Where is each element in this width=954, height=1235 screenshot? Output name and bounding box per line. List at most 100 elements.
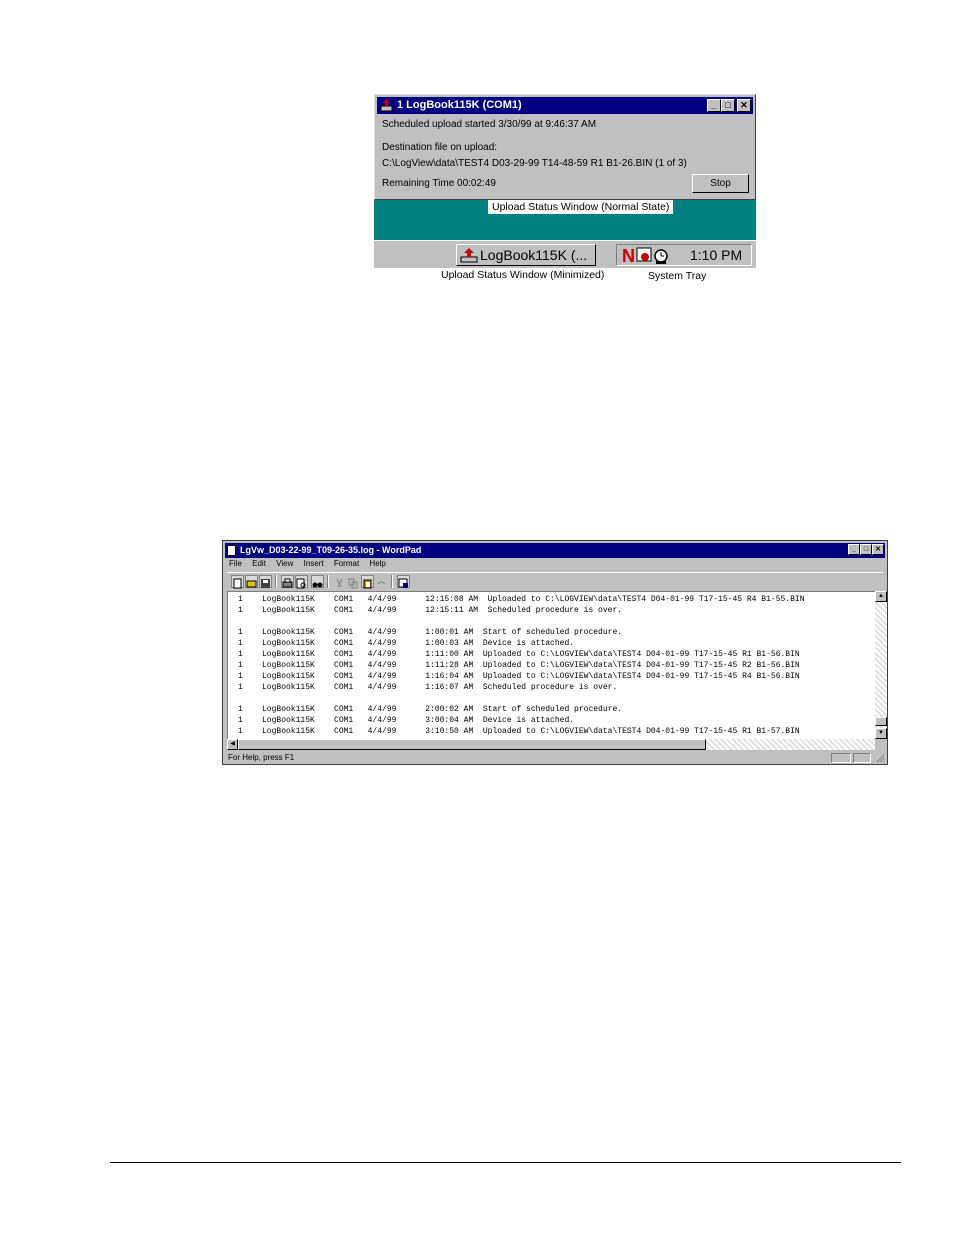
resize-grip-icon[interactable] xyxy=(875,753,885,763)
paste-button[interactable] xyxy=(361,575,374,589)
menu-view[interactable]: View xyxy=(276,559,293,568)
print-preview-icon xyxy=(296,578,306,589)
menu-insert[interactable]: Insert xyxy=(304,559,324,568)
log-line: 1 LogBook115K COM1 4/4/99 1:11:00 AM Upl… xyxy=(238,650,800,659)
open-button[interactable] xyxy=(245,575,258,588)
wordpad-maximize-button[interactable]: □ xyxy=(860,544,872,555)
maximize-icon: □ xyxy=(725,100,731,110)
find-button[interactable] xyxy=(311,575,324,588)
printer-icon xyxy=(282,578,293,588)
wordpad-window: LgVw_D03-22-99_T09-26-35.log - WordPad _… xyxy=(222,540,888,765)
destination-path: C:\LogView\data\TEST4 D03-29-99 T14-48-5… xyxy=(382,158,687,169)
upload-status-window: 1 LogBook115K (COM1) _ □ ✕ Scheduled upl… xyxy=(374,94,756,200)
taskbar-button-logbook[interactable]: LogBook115K (... xyxy=(456,244,596,266)
binoculars-icon xyxy=(312,582,323,588)
new-document-icon xyxy=(233,578,242,589)
label-system-tray: System Tray xyxy=(648,270,707,282)
arrow-left-icon: ◀ xyxy=(230,741,235,747)
arrow-up-icon: ▲ xyxy=(878,593,884,599)
minimize-icon: _ xyxy=(711,100,717,110)
toolbar-separator xyxy=(327,575,329,588)
taskbar-button-label: LogBook115K (... xyxy=(480,247,588,263)
scheduled-upload-text: Scheduled upload started 3/30/99 at 9:46… xyxy=(382,119,597,130)
stop-button[interactable]: Stop xyxy=(692,174,749,193)
upload-tray-icon xyxy=(460,248,478,263)
remaining-time: Remaining Time 00:02:49 xyxy=(382,178,496,189)
upload-window-title: 1 LogBook115K (COM1) xyxy=(397,99,522,111)
tray-clock[interactable]: 1:10 PM xyxy=(690,247,742,263)
status-text: For Help, press F1 xyxy=(228,753,295,762)
clipboard-icon xyxy=(363,579,372,589)
log-line: 1 LogBook115K COM1 4/4/99 3:10:50 AM Upl… xyxy=(238,727,800,736)
upload-status-figure: 1 LogBook115K (COM1) _ □ ✕ Scheduled upl… xyxy=(374,94,756,268)
logbook-app-icon xyxy=(380,99,393,112)
log-line: 1 LogBook115K COM1 4/4/99 12:15:08 AM Up… xyxy=(238,595,805,604)
scroll-left-button[interactable]: ◀ xyxy=(227,739,238,750)
toolbar-separator xyxy=(391,575,393,588)
status-pane xyxy=(831,753,851,763)
log-line: 1 LogBook115K COM1 4/4/99 1:16:07 AM Sch… xyxy=(238,683,618,692)
log-line: 1 LogBook115K COM1 4/4/99 12:15:11 AM Sc… xyxy=(238,606,623,615)
print-preview-button[interactable] xyxy=(295,575,308,589)
wordpad-titlebar[interactable]: LgVw_D03-22-99_T09-26-35.log - WordPad _… xyxy=(225,543,885,558)
menu-edit[interactable]: Edit xyxy=(252,559,266,568)
copy-button[interactable] xyxy=(347,575,360,589)
close-button[interactable]: ✕ xyxy=(737,99,751,112)
wordpad-close-button[interactable]: ✕ xyxy=(872,544,884,555)
system-tray: N 1:10 PM xyxy=(616,244,752,266)
minimize-button[interactable]: _ xyxy=(707,99,721,112)
menu-format[interactable]: Format xyxy=(334,559,359,568)
clock-icon xyxy=(654,249,668,264)
scissors-icon xyxy=(336,578,343,588)
log-line: 1 LogBook115K COM1 4/4/99 1:11:28 AM Upl… xyxy=(238,661,800,670)
toolbar xyxy=(227,572,883,590)
caption-normal-state: Upload Status Window (Normal State) xyxy=(488,200,674,214)
save-button[interactable] xyxy=(259,575,272,588)
scheduler-icon xyxy=(636,247,652,262)
label-minimized: Upload Status Window (Minimized) xyxy=(441,269,605,281)
open-folder-icon xyxy=(246,580,257,588)
log-line: 1 LogBook115K COM1 4/4/99 3:00:04 AM Dev… xyxy=(238,716,575,725)
close-icon: ✕ xyxy=(875,546,881,553)
maximize-button[interactable]: □ xyxy=(721,99,735,112)
undo-button[interactable] xyxy=(375,575,388,588)
document-text-area[interactable]: 1 LogBook115K COM1 4/4/99 12:15:08 AM Up… xyxy=(227,591,875,739)
status-bar: For Help, press F1 xyxy=(227,752,885,764)
arrow-down-icon: ▼ xyxy=(878,730,884,736)
wordpad-title: LgVw_D03-22-99_T09-26-35.log - WordPad xyxy=(240,545,422,555)
menu-file[interactable]: File xyxy=(229,559,242,568)
print-button[interactable] xyxy=(281,575,294,588)
maximize-icon: □ xyxy=(863,546,869,553)
horizontal-scroll-thumb[interactable] xyxy=(238,739,706,750)
horizontal-scrollbar[interactable]: ◀ xyxy=(227,739,875,750)
vertical-scrollbar[interactable]: ▲ ▼ xyxy=(875,591,887,739)
vertical-scroll-thumb[interactable] xyxy=(875,717,887,726)
document-icon xyxy=(227,545,236,556)
toolbar-separator xyxy=(275,575,277,588)
cut-button[interactable] xyxy=(333,575,346,588)
wordpad-minimize-button[interactable]: _ xyxy=(848,544,860,555)
copy-icon xyxy=(348,578,358,589)
log-line: 1 LogBook115K COM1 4/4/99 2:00:02 AM Sta… xyxy=(238,705,623,714)
footer-rule xyxy=(110,1162,901,1163)
scroll-down-button[interactable]: ▼ xyxy=(875,728,887,739)
n-logo-icon: N xyxy=(622,246,635,264)
date-time-icon xyxy=(398,578,408,588)
scroll-up-button[interactable]: ▲ xyxy=(875,591,887,602)
menu-bar: File Edit View Insert Format Help xyxy=(229,559,394,571)
status-pane xyxy=(853,753,871,763)
undo-icon xyxy=(377,581,386,585)
destination-label: Destination file on upload: xyxy=(382,142,498,153)
log-line: 1 LogBook115K COM1 4/4/99 1:00:03 AM Dev… xyxy=(238,639,575,648)
new-document-button[interactable] xyxy=(231,575,244,589)
upload-window-titlebar[interactable]: 1 LogBook115K (COM1) _ □ ✕ xyxy=(377,97,753,114)
taskbar: LogBook115K (... N 1:10 PM xyxy=(374,240,756,268)
minimize-icon: _ xyxy=(852,546,856,553)
log-line: 1 LogBook115K COM1 4/4/99 1:16:04 AM Upl… xyxy=(238,672,800,681)
menu-help[interactable]: Help xyxy=(369,559,385,568)
date-time-button[interactable] xyxy=(397,575,410,588)
save-disk-icon xyxy=(261,579,270,588)
log-line: 1 LogBook115K COM1 4/4/99 1:00:01 AM Sta… xyxy=(238,628,623,637)
tray-icons: N xyxy=(622,246,668,264)
close-icon: ✕ xyxy=(740,100,748,110)
